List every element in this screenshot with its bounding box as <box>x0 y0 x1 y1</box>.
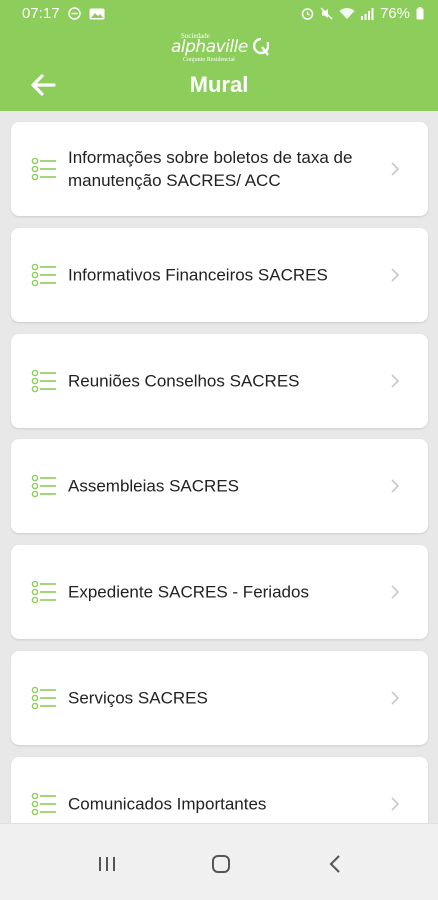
alphaville-logo: Sociedade alphaville Conjunto Residencia… <box>165 32 273 66</box>
mural-list: Informações sobre boletos de taxa de man… <box>0 111 438 823</box>
list-item-label: Informações sobre boletos de taxa de man… <box>68 148 353 190</box>
chevron-right-icon <box>391 479 400 493</box>
page-title: Mural <box>189 72 249 97</box>
list-icon <box>31 157 56 181</box>
alarm-icon <box>301 7 314 20</box>
status-bar: 07:17 76% <box>0 0 438 28</box>
nav-back-button[interactable] <box>313 846 357 882</box>
chevron-right-icon <box>391 374 400 388</box>
chevron-right-icon <box>391 268 400 282</box>
list-item-label: Informativos Financeiros SACRES <box>68 265 328 285</box>
battery-level: 76% <box>379 5 410 22</box>
system-nav-bar <box>0 823 438 900</box>
list-item[interactable]: Reuniões Conselhos SACRES <box>11 334 428 428</box>
recents-icon <box>99 857 115 871</box>
list-item[interactable]: Informações sobre boletos de taxa de man… <box>11 122 428 216</box>
list-item[interactable]: Informativos Financeiros SACRES <box>11 228 428 322</box>
chevron-right-icon <box>391 691 400 705</box>
signal-icon <box>360 7 374 20</box>
recents-button[interactable] <box>85 846 129 882</box>
list-icon <box>31 580 56 604</box>
chevron-right-icon <box>391 585 400 599</box>
list-item[interactable]: Serviços SACRES <box>11 651 428 745</box>
list-icon <box>31 792 56 816</box>
back-icon <box>329 855 340 873</box>
list-item-label: Comunicados Importantes <box>68 794 267 814</box>
list-icon <box>31 474 56 498</box>
logo-brand: alphaville <box>171 37 248 57</box>
list-icon <box>31 263 56 287</box>
list-item-label: Assembleias SACRES <box>68 476 240 496</box>
image-icon <box>89 8 105 20</box>
chevron-right-icon <box>391 162 400 176</box>
home-icon <box>212 855 230 873</box>
list-item[interactable]: Expediente SACRES - Feriados <box>11 545 428 639</box>
app-header: 07:17 76% Sociedade alphaville Conjunto … <box>0 0 438 111</box>
logo-bottom-text: Conjunto Residencial <box>183 57 235 63</box>
status-time: 07:17 <box>22 5 60 22</box>
list-item-label: Expediente SACRES - Feriados <box>68 582 309 602</box>
list-item[interactable]: Assembleias SACRES <box>11 439 428 533</box>
mute-icon <box>320 7 333 20</box>
battery-icon <box>416 7 424 20</box>
list-item[interactable]: Comunicados Importantes <box>11 757 428 823</box>
chevron-right-icon <box>391 797 400 811</box>
wifi-icon <box>339 7 355 20</box>
list-icon <box>31 369 56 393</box>
list-item-label: Serviços SACRES <box>68 688 208 708</box>
do-not-disturb-icon <box>67 7 81 20</box>
logo-mark-icon <box>252 37 270 61</box>
list-icon <box>31 686 56 710</box>
list-item-label: Reuniões Conselhos SACRES <box>68 371 300 391</box>
home-button[interactable] <box>199 846 243 882</box>
